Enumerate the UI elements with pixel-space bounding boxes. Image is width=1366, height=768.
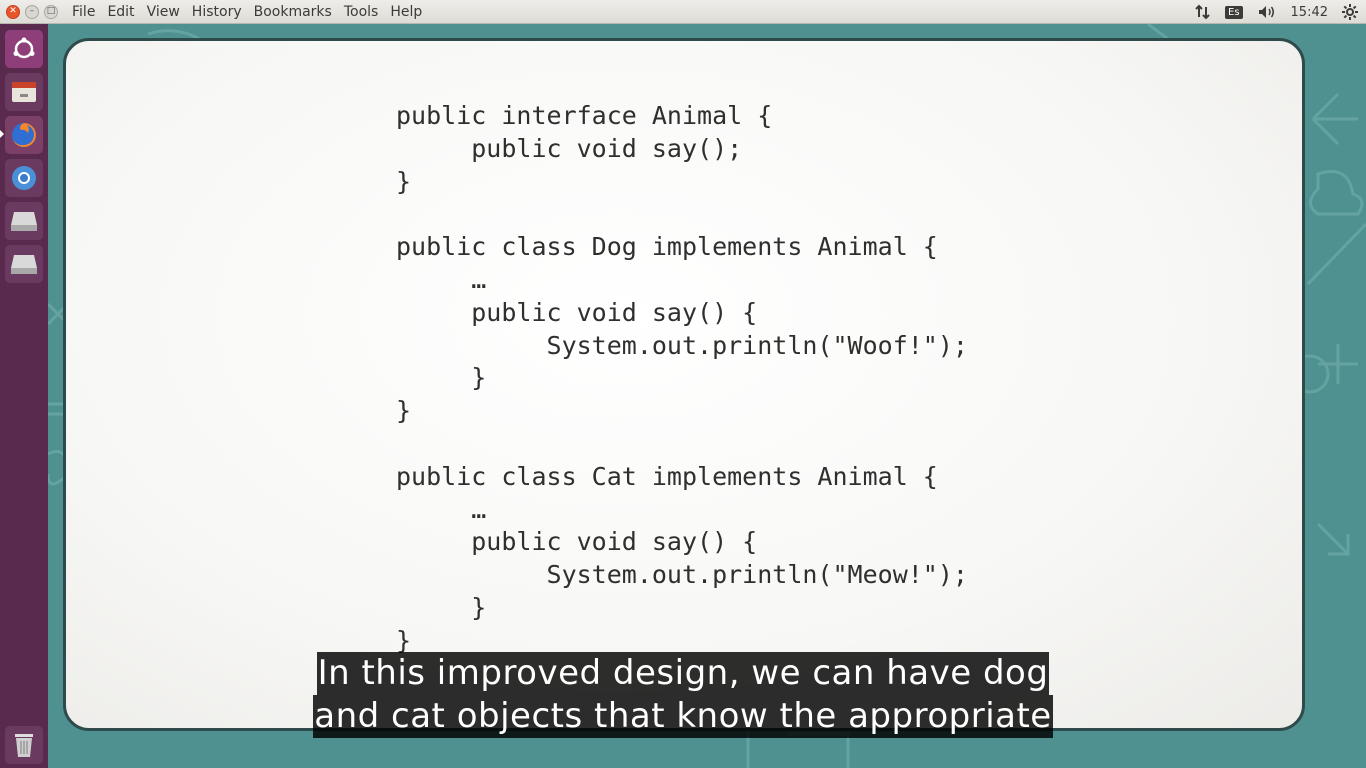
network-updown-icon[interactable] [1195,4,1211,20]
drive-icon[interactable] [5,202,43,240]
code-listing: public interface Animal { public void sa… [396,100,968,658]
menu-view[interactable]: View [141,0,186,24]
window-close-button[interactable]: ✕ [6,4,20,19]
code-line: public void say() { [396,527,758,557]
system-tray: Es 15:42 [1195,0,1366,24]
code-line: … [396,264,487,294]
drive-icon[interactable] [5,245,43,283]
window-minimize-button[interactable]: – [25,4,39,19]
menu-bookmarks[interactable]: Bookmarks [248,0,338,24]
subtitles: In this improved design, we can have dog… [0,652,1366,738]
application-menu: File Edit View History Bookmarks Tools H… [66,0,428,24]
menu-edit[interactable]: Edit [101,0,140,24]
code-line: } [396,363,487,393]
subtitle-line-1: In this improved design, we can have dog [316,652,1050,695]
files-icon[interactable] [5,73,43,111]
active-app-indicator [0,130,4,138]
subtitle-line-2: and cat objects that know the appropriat… [313,695,1053,738]
top-menu-bar: ✕ – □ File Edit View History Bookmarks T… [0,0,1366,24]
menu-file[interactable]: File [66,0,101,24]
code-line: public interface Animal { [396,101,773,130]
window-maximize-button[interactable]: □ [44,4,58,19]
menu-help[interactable]: Help [384,0,428,24]
code-line: } [396,166,412,196]
code-line: public class Dog implements Animal { [396,232,938,262]
keyboard-layout-label: Es [1225,5,1243,19]
code-line: … [396,494,487,524]
code-line: } [396,396,412,426]
chromium-icon[interactable] [5,159,43,197]
volume-icon[interactable] [1257,4,1277,20]
code-line: public void say(); [396,133,743,163]
ubuntu-dash-icon[interactable] [5,30,43,68]
clock[interactable]: 15:42 [1291,5,1328,20]
keyboard-layout-indicator[interactable]: Es [1225,5,1243,19]
menu-tools[interactable]: Tools [338,0,385,24]
code-line: } [396,592,487,622]
firefox-icon[interactable] [5,116,43,154]
code-line: System.out.println("Meow!"); [396,560,968,590]
code-line: public class Cat implements Animal { [396,461,938,491]
menu-history[interactable]: History [186,0,248,24]
settings-gear-icon[interactable] [1342,4,1358,20]
code-line: System.out.println("Woof!"); [396,330,968,360]
code-line: public void say() { [396,297,758,327]
